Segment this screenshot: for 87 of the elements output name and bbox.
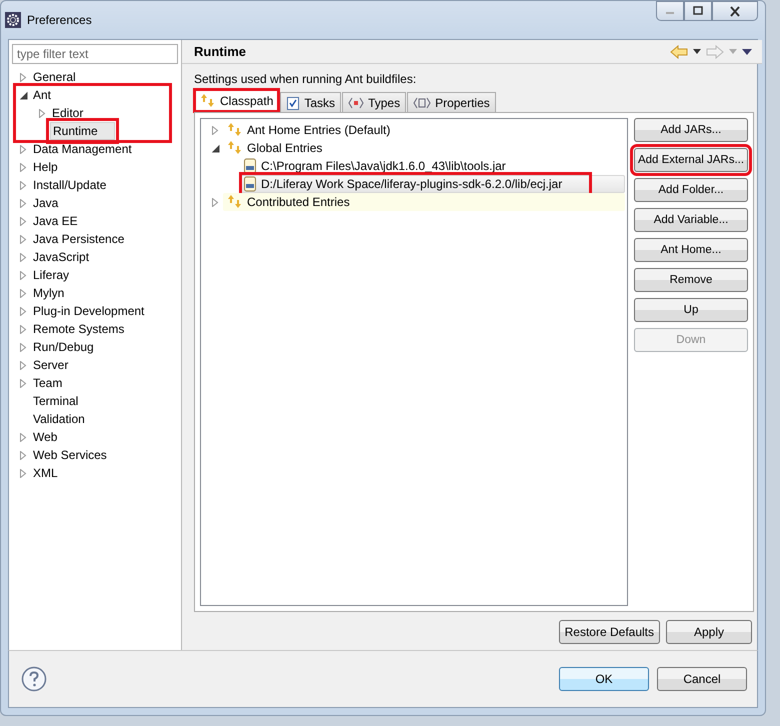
- forward-arrow-icon[interactable]: [706, 44, 724, 58]
- collapse-icon[interactable]: [19, 90, 28, 100]
- jar-icon: [243, 158, 257, 174]
- tree-item[interactable]: Help: [31, 159, 60, 175]
- jar-icon: [243, 176, 257, 192]
- tree-item[interactable]: Ant: [31, 87, 54, 103]
- tree-item[interactable]: JavaScript: [31, 249, 92, 265]
- tree-item[interactable]: Server: [31, 357, 70, 373]
- expand-icon[interactable]: [19, 468, 28, 478]
- tree-item[interactable]: Java: [31, 195, 60, 211]
- tree-item[interactable]: Liferay: [31, 267, 72, 283]
- expand-icon[interactable]: [19, 432, 28, 442]
- tab[interactable]: Tasks: [280, 92, 342, 112]
- expand-icon[interactable]: [19, 306, 28, 316]
- collapse-icon[interactable]: [211, 144, 220, 152]
- expand-icon[interactable]: [19, 144, 28, 154]
- action-button[interactable]: Add Variable...: [634, 208, 748, 232]
- brackets-icon: [413, 96, 432, 108]
- maximize-icon: [692, 6, 704, 16]
- page-button[interactable]: Apply: [666, 620, 752, 644]
- arrows-icon: [227, 141, 243, 155]
- tab[interactable]: Types: [342, 92, 406, 112]
- action-button[interactable]: Add JARs...: [634, 118, 748, 142]
- arrows-icon: [227, 123, 243, 137]
- action-button[interactable]: Up: [634, 298, 748, 322]
- dialog-button[interactable]: Cancel: [657, 667, 747, 691]
- tree-item[interactable]: Team: [31, 375, 64, 391]
- expand-icon[interactable]: [19, 270, 28, 280]
- description-text: Settings used when running Ant buildfiles:: [194, 72, 418, 86]
- expand-icon[interactable]: [19, 162, 28, 172]
- expand-icon[interactable]: [211, 198, 220, 206]
- dropdown-icon[interactable]: [693, 49, 701, 54]
- expand-icon[interactable]: [38, 108, 47, 118]
- tree-item[interactable]: Install/Update: [31, 177, 108, 193]
- classpath-entry[interactable]: D:/Liferay Work Space/liferay-plugins-sdk-6.2.0/lib/ecj.jar: [239, 175, 625, 193]
- help-icon[interactable]: [21, 666, 47, 692]
- expand-icon[interactable]: [19, 216, 28, 226]
- arrows-icon: [200, 94, 216, 108]
- expand-icon[interactable]: [19, 450, 28, 460]
- close-button[interactable]: [712, 1, 758, 21]
- page-title: Runtime: [194, 44, 246, 59]
- action-button[interactable]: Remove: [634, 268, 748, 292]
- expand-icon[interactable]: [19, 360, 28, 370]
- page-button[interactable]: Restore Defaults: [558, 620, 660, 644]
- classpath-entry[interactable]: Contributed Entries: [223, 193, 625, 211]
- tree-item[interactable]: Java EE: [31, 213, 80, 229]
- tree-item[interactable]: Mylyn: [31, 285, 66, 301]
- expand-icon[interactable]: [19, 252, 28, 262]
- tree-item[interactable]: Data Management: [31, 141, 134, 157]
- tree-item[interactable]: Plug-in Development: [31, 303, 146, 319]
- maximize-button[interactable]: [684, 1, 712, 21]
- tab[interactable]: Properties: [407, 92, 496, 112]
- tree-item[interactable]: XML: [31, 465, 60, 481]
- dialog-button[interactable]: OK: [559, 667, 649, 691]
- expand-icon[interactable]: [19, 324, 28, 334]
- expand-icon[interactable]: [19, 72, 28, 82]
- gear-icon: [5, 12, 21, 28]
- expand-icon[interactable]: [19, 234, 28, 244]
- action-button[interactable]: Add Folder...: [634, 178, 748, 202]
- expand-icon[interactable]: [19, 378, 28, 388]
- tree-item[interactable]: Run/Debug: [31, 339, 96, 355]
- close-icon: [728, 6, 742, 16]
- tree-item[interactable]: Web: [31, 429, 60, 445]
- brackets-icon: [348, 96, 364, 108]
- expand-icon[interactable]: [19, 198, 28, 208]
- clipboard-icon: [286, 96, 300, 110]
- tree-item[interactable]: Java Persistence: [31, 231, 126, 247]
- expand-icon[interactable]: [211, 126, 220, 134]
- tree-item[interactable]: General: [31, 69, 78, 85]
- tree-item[interactable]: Web Services: [31, 447, 109, 463]
- tree-item[interactable]: Terminal: [31, 393, 80, 409]
- window-title: Preferences: [27, 13, 92, 27]
- tree-item[interactable]: Remote Systems: [31, 321, 126, 337]
- classpath-entry[interactable]: C:\Program Files\Java\jdk1.6.0_43\lib\tools.jar: [239, 157, 625, 175]
- arrows-icon: [227, 195, 243, 209]
- filter-field[interactable]: type filter text: [12, 44, 178, 64]
- classpath-entry[interactable]: Global Entries: [223, 139, 625, 157]
- expand-icon[interactable]: [19, 342, 28, 352]
- expand-icon[interactable]: [19, 288, 28, 298]
- expand-icon[interactable]: [19, 180, 28, 190]
- tab[interactable]: Classpath: [194, 89, 280, 112]
- tree-item[interactable]: Validation: [31, 411, 87, 427]
- classpath-entry[interactable]: Ant Home Entries (Default): [223, 121, 625, 139]
- menu-icon[interactable]: [742, 48, 752, 54]
- tree-item[interactable]: Editor: [50, 105, 86, 121]
- back-arrow-icon[interactable]: [670, 44, 688, 58]
- action-button[interactable]: Ant Home...: [634, 238, 748, 262]
